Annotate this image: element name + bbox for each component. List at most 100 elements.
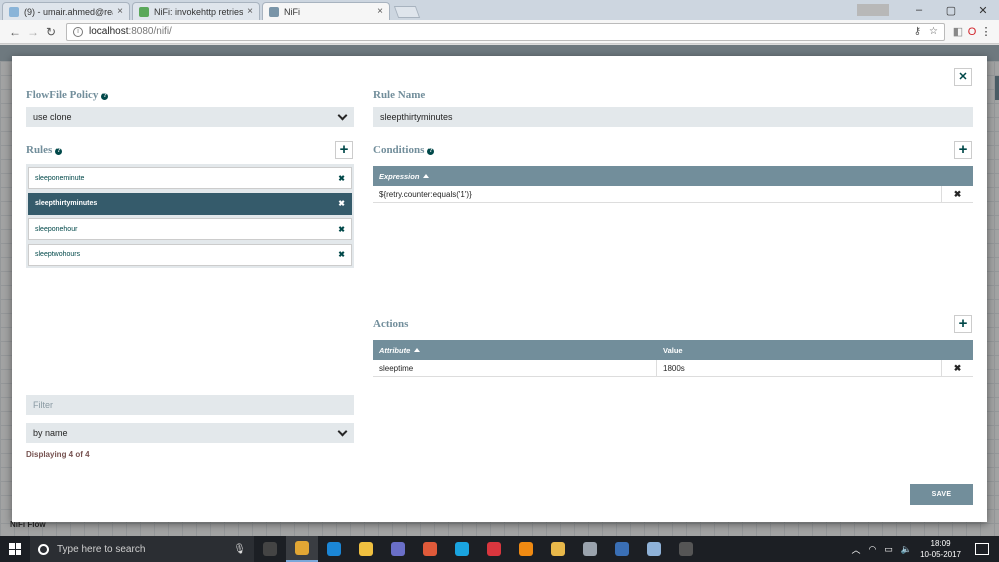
- extension-icon[interactable]: ◧: [951, 25, 965, 38]
- back-arrow-icon[interactable]: ←: [6, 25, 24, 39]
- rule-item-sleepthirtyminutes[interactable]: sleepthirtyminutes ✖: [28, 192, 352, 215]
- forum-favicon-icon: [139, 6, 149, 17]
- value-column-header[interactable]: Value: [657, 340, 973, 360]
- rule-label: sleeptwohours: [35, 251, 81, 258]
- blue-app-icon: [615, 542, 629, 556]
- mail-favicon-icon: [9, 6, 19, 17]
- column-label: Expression: [379, 171, 420, 181]
- battery-icon[interactable]: ▭: [884, 544, 893, 555]
- delete-action-icon[interactable]: ✖: [941, 360, 973, 376]
- rule-item-sleeponehour[interactable]: sleeponehour ✖: [28, 218, 352, 240]
- vlc-taskbar-button[interactable]: [510, 536, 542, 562]
- skype-taskbar-button[interactable]: [446, 536, 478, 562]
- new-tab-button[interactable]: [393, 6, 421, 18]
- remove-rule-icon[interactable]: ✖: [338, 174, 345, 183]
- expression-column-header[interactable]: Expression: [373, 166, 973, 186]
- rule-filter-input[interactable]: [26, 395, 354, 415]
- help-icon[interactable]: ?: [55, 148, 63, 155]
- browser-tab-1[interactable]: (9) - umair.ahmed@reac ×: [2, 2, 130, 20]
- conditions-title: Conditions: [373, 144, 425, 156]
- remove-rule-icon[interactable]: ✖: [338, 250, 345, 259]
- chevron-down-icon: [337, 428, 347, 438]
- chrome-taskbar-button[interactable]: [286, 536, 318, 562]
- folder-app-taskbar-button[interactable]: [542, 536, 574, 562]
- attribute-column-header[interactable]: Attribute: [373, 340, 657, 360]
- sort-ascending-icon: [423, 174, 430, 178]
- minimize-icon[interactable]: –: [903, 4, 935, 16]
- close-dialog-button[interactable]: ✕: [954, 68, 972, 86]
- file-explorer-icon: [359, 542, 373, 556]
- task-view-icon: [263, 542, 277, 556]
- volume-icon[interactable]: 🔈: [901, 544, 912, 555]
- expression-cell[interactable]: ${retry.counter:equals('1')}: [373, 186, 941, 202]
- close-window-icon[interactable]: ✕: [967, 4, 999, 17]
- save-button[interactable]: SAVE: [910, 484, 973, 505]
- file-explorer-taskbar-button[interactable]: [350, 536, 382, 562]
- remove-rule-icon[interactable]: ✖: [338, 225, 345, 234]
- browser-tab-3[interactable]: NiFi ×: [262, 2, 390, 20]
- add-condition-button[interactable]: +: [954, 141, 972, 159]
- taskbar-clock[interactable]: 18:09 10-05-2017: [920, 538, 961, 560]
- bookmark-star-icon[interactable]: ☆: [929, 26, 938, 37]
- task-view-taskbar-button[interactable]: [254, 536, 286, 562]
- opera-extension-icon[interactable]: O: [965, 26, 979, 38]
- remove-rule-icon[interactable]: ✖: [338, 199, 345, 208]
- user-profile-icon[interactable]: [857, 4, 889, 16]
- forward-arrow-icon[interactable]: →: [24, 25, 42, 39]
- attribute-cell[interactable]: sleeptime: [373, 360, 657, 376]
- rule-item-sleeponeminute[interactable]: sleeponeminute ✖: [28, 167, 352, 189]
- cortana-icon: [38, 543, 49, 555]
- notepad-app-taskbar-button[interactable]: [638, 536, 670, 562]
- notification-center-icon[interactable]: [975, 543, 989, 555]
- chrome-icon: [295, 541, 309, 555]
- windows-logo-icon: [9, 543, 21, 555]
- window-controls: – ▢ ✕: [857, 0, 999, 20]
- rule-sort-select[interactable]: by name: [26, 423, 354, 443]
- chevron-down-icon: [337, 112, 347, 122]
- add-rule-button[interactable]: +: [335, 141, 353, 159]
- rule-item-sleeptwohours[interactable]: sleeptwohours ✖: [28, 243, 352, 266]
- column-label: Attribute: [379, 345, 411, 355]
- help-icon[interactable]: ?: [101, 93, 109, 100]
- close-tab-icon[interactable]: ×: [117, 6, 123, 17]
- media-app-taskbar-button[interactable]: [382, 536, 414, 562]
- terminal-app-taskbar-button[interactable]: [670, 536, 702, 562]
- edge-icon: [327, 542, 341, 556]
- table-row[interactable]: ${retry.counter:equals('1')} ✖: [373, 186, 973, 203]
- start-button[interactable]: [0, 536, 30, 562]
- network-icon[interactable]: ◠: [868, 544, 876, 555]
- close-tab-icon[interactable]: ×: [247, 6, 253, 17]
- flowfile-policy-select[interactable]: use clone: [26, 107, 354, 127]
- reload-icon[interactable]: ↻: [42, 25, 60, 39]
- close-tab-icon[interactable]: ×: [377, 6, 383, 17]
- tab-title: (9) - umair.ahmed@reac: [24, 6, 114, 17]
- delete-condition-icon[interactable]: ✖: [941, 186, 973, 202]
- help-icon[interactable]: ?: [427, 148, 435, 155]
- nifi-favicon-icon: [269, 6, 279, 17]
- taskbar-search-box[interactable]: Type here to search 🎙: [30, 536, 254, 562]
- maximize-icon[interactable]: ▢: [935, 4, 967, 17]
- conditions-table-header: Expression: [373, 166, 973, 186]
- actions-heading: Actions: [373, 318, 409, 330]
- actions-table-header: Attribute Value: [373, 340, 973, 360]
- edge-taskbar-button[interactable]: [318, 536, 350, 562]
- chevron-up-icon[interactable]: ︿: [851, 543, 860, 556]
- rule-name-field[interactable]: sleepthirtyminutes: [373, 107, 973, 127]
- table-row[interactable]: sleeptime 1800s ✖: [373, 360, 973, 377]
- paint-app-taskbar-button[interactable]: [414, 536, 446, 562]
- value-cell[interactable]: 1800s: [657, 360, 941, 376]
- blue-app-taskbar-button[interactable]: [606, 536, 638, 562]
- browser-tab-2[interactable]: NiFi: invokehttp retries ×: [132, 2, 260, 20]
- menu-dots-icon[interactable]: ⋮: [979, 25, 993, 38]
- rule-label: sleepthirtyminutes: [35, 200, 98, 207]
- microphone-icon[interactable]: 🎙: [233, 544, 246, 555]
- red-app-taskbar-button[interactable]: [478, 536, 510, 562]
- rules-heading: Rules?: [26, 144, 63, 156]
- key-icon[interactable]: ⚷: [914, 26, 921, 37]
- gear-app-taskbar-button[interactable]: [574, 536, 606, 562]
- vlc-icon: [519, 542, 533, 556]
- add-action-button[interactable]: +: [954, 315, 972, 333]
- url-input[interactable]: i localhost:8080/nifi/ ⚷ ☆: [66, 22, 945, 41]
- info-icon[interactable]: i: [73, 26, 83, 37]
- rules-list: sleeponeminute ✖ sleepthirtyminutes ✖ sl…: [26, 164, 354, 268]
